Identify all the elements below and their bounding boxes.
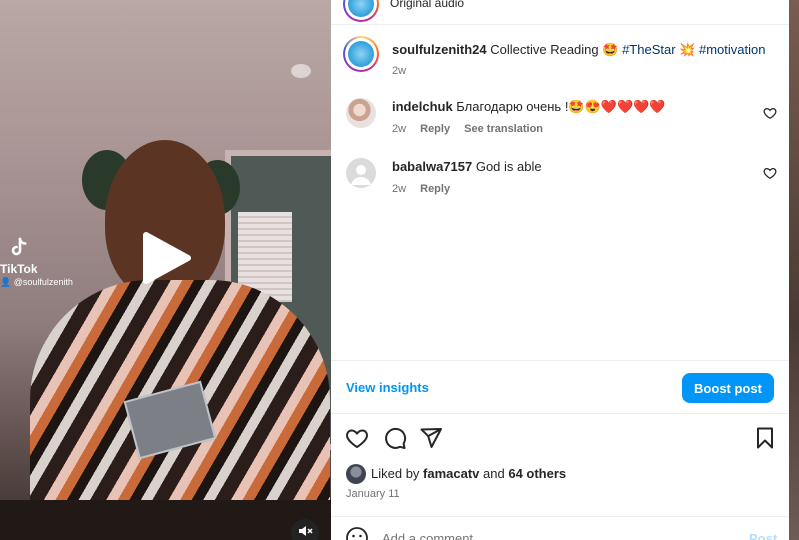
comment-meta: 2w Reply See translation bbox=[392, 123, 554, 135]
likes-summary: Liked by famacatv and 64 others bbox=[331, 462, 789, 484]
foreground-table bbox=[0, 500, 331, 540]
mute-button[interactable] bbox=[291, 519, 319, 540]
background-overlay-edge bbox=[789, 0, 799, 540]
comment-item: babalwa7157 God is able 2w Reply bbox=[331, 158, 789, 202]
emoji-icon[interactable] bbox=[345, 526, 369, 540]
comment-item: indelchuk Благодарю очень !🤩😍❤️❤️❤️❤️ 2w… bbox=[331, 98, 789, 142]
likes-others-link[interactable]: 64 others bbox=[508, 466, 566, 481]
comment-timestamp[interactable]: 2w bbox=[392, 123, 406, 135]
comment-body: God is able bbox=[472, 159, 542, 174]
video-player[interactable]: TikTok 👤 @soulfulzenith bbox=[0, 0, 331, 540]
post-header: Original audio bbox=[331, 0, 789, 25]
story-ring bbox=[343, 0, 379, 22]
comment-username[interactable]: babalwa7157 bbox=[392, 159, 472, 174]
comment-meta: 2w Reply bbox=[392, 183, 461, 195]
hashtag-thestar[interactable]: #TheStar bbox=[622, 42, 675, 57]
share-paper-plane-icon[interactable] bbox=[419, 426, 443, 450]
liker-username[interactable]: famacatv bbox=[423, 466, 479, 481]
author-avatar[interactable] bbox=[343, 0, 379, 22]
reply-button[interactable]: Reply bbox=[420, 123, 450, 135]
commenter-avatar[interactable] bbox=[346, 158, 376, 188]
post-date[interactable]: January 11 bbox=[346, 488, 400, 500]
caption-emoji: 💥 bbox=[679, 42, 696, 57]
likes-prefix: Liked by bbox=[371, 466, 424, 481]
commenter-avatar[interactable] bbox=[346, 98, 376, 128]
insights-bar: View insights Boost post bbox=[331, 360, 789, 414]
post-comment-button[interactable]: Post bbox=[749, 531, 777, 540]
play-icon bbox=[143, 232, 191, 284]
caption-body: Collective Reading bbox=[486, 42, 603, 57]
see-translation-button[interactable]: See translation bbox=[464, 123, 543, 135]
heart-icon[interactable] bbox=[763, 166, 777, 180]
tiktok-brand-label: TikTok bbox=[0, 262, 38, 276]
like-heart-icon[interactable] bbox=[345, 426, 369, 450]
avatar-image bbox=[348, 0, 374, 17]
bookmark-icon[interactable] bbox=[753, 426, 777, 450]
add-comment-bar: Post bbox=[331, 516, 789, 540]
comment-bubble-icon[interactable] bbox=[383, 426, 407, 450]
tiktok-watermark: TikTok 👤 @soulfulzenith bbox=[0, 236, 73, 292]
avatar-image bbox=[348, 41, 374, 67]
tiktok-icon bbox=[11, 237, 27, 256]
post-details-panel: Original audio soulfulzenith24 Collectiv… bbox=[331, 0, 789, 540]
comment-text: indelchuk Благодарю очень !🤩😍❤️❤️❤️❤️ bbox=[392, 99, 666, 115]
caption-timestamp[interactable]: 2w bbox=[392, 65, 406, 77]
default-avatar-icon bbox=[351, 165, 371, 185]
heart-icon[interactable] bbox=[763, 106, 777, 120]
caption-author-avatar[interactable] bbox=[343, 36, 379, 72]
comment-body: Благодарю очень !🤩😍❤️❤️❤️❤️ bbox=[452, 99, 666, 114]
comment-timestamp[interactable]: 2w bbox=[392, 183, 406, 195]
comment-text: babalwa7157 God is able bbox=[392, 159, 542, 174]
audio-label[interactable]: Original audio bbox=[390, 0, 464, 10]
likes-conjunction: and bbox=[479, 466, 509, 481]
comment-input[interactable] bbox=[382, 527, 712, 540]
post-actions bbox=[331, 422, 789, 454]
caption-text: soulfulzenith24 Collective Reading 🤩 #Th… bbox=[392, 42, 765, 58]
comment-username[interactable]: indelchuk bbox=[392, 99, 453, 114]
caption-emoji: 🤩 bbox=[602, 42, 619, 57]
avatar-border bbox=[345, 38, 377, 70]
speaker-muted-icon bbox=[299, 526, 313, 536]
reply-button[interactable]: Reply bbox=[420, 183, 450, 195]
view-insights-link[interactable]: View insights bbox=[346, 380, 429, 395]
tiktok-username: 👤 @soulfulzenith bbox=[0, 277, 73, 287]
post-caption: soulfulzenith24 Collective Reading 🤩 #Th… bbox=[331, 34, 789, 84]
boost-post-button[interactable]: Boost post bbox=[682, 373, 774, 403]
hashtag-motivation[interactable]: #motivation bbox=[699, 42, 765, 57]
avatar-border bbox=[345, 0, 377, 20]
smoke-detector bbox=[291, 64, 311, 78]
caption-username[interactable]: soulfulzenith24 bbox=[392, 42, 487, 57]
play-button[interactable] bbox=[136, 229, 194, 287]
liker-avatar[interactable] bbox=[346, 464, 366, 484]
likes-text: Liked by famacatv and 64 others bbox=[371, 466, 566, 481]
